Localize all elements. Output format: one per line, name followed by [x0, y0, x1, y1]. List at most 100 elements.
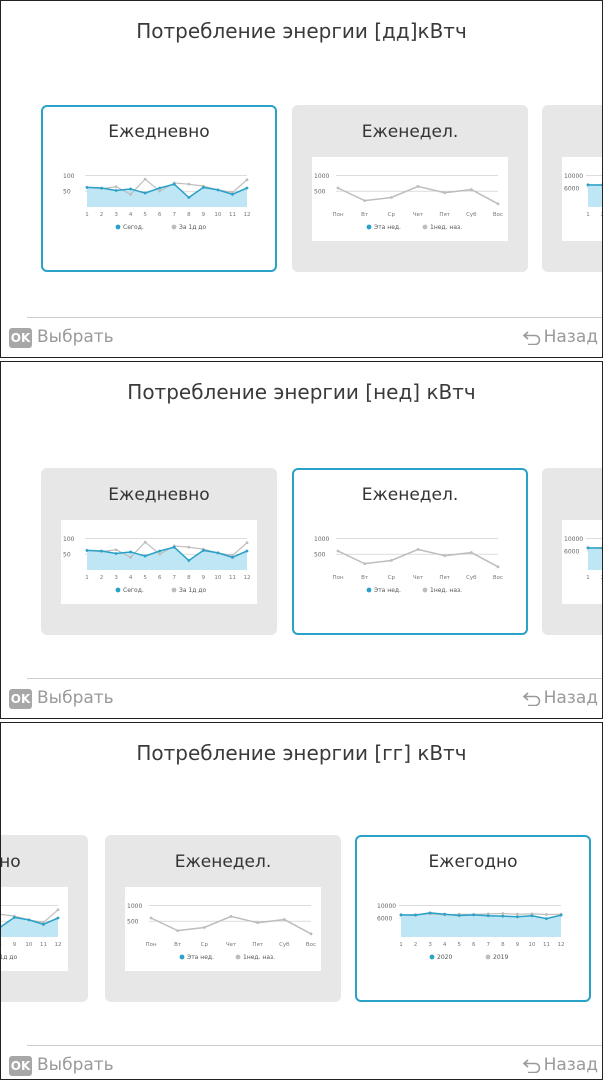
back-label: Назад: [543, 327, 598, 347]
card-label: Еженедел.: [361, 485, 459, 505]
series-previous-point: [143, 540, 147, 544]
back-arrow-icon: [522, 692, 540, 706]
legend-marker: [422, 587, 428, 593]
series-previous-point: [129, 555, 133, 559]
series-current-point: [172, 545, 176, 549]
series-previous-point: [143, 177, 147, 181]
legend-marker: [171, 224, 177, 230]
card-label: Ежедневно: [108, 122, 210, 142]
series-current-point: [229, 915, 233, 918]
legend-label: 2020: [437, 954, 452, 961]
card-weekly[interactable]: Еженедел. 1000 500 Пон Вт Ср Чет Пят Суб Вос Эта …: [105, 835, 341, 1002]
series-current-point: [216, 551, 220, 555]
x-tick-label: 10: [214, 575, 221, 581]
select-label: Выбрать: [37, 688, 114, 708]
x-tick-label: Пон: [332, 212, 344, 218]
card-daily[interactable]: Ежедневно 10050123456789101112Сегод.За 1…: [0, 835, 88, 1002]
series-previous-point: [56, 908, 60, 912]
ok-button[interactable]: OK: [9, 328, 32, 348]
x-tick-label: Пон: [332, 575, 344, 581]
x-tick-label: Ср: [201, 942, 209, 948]
card-weekly[interactable]: Еженедел. 1000 500 Пон Вт Ср Чет Пят Суб Вос Эта …: [292, 105, 528, 272]
series-current-point: [472, 913, 476, 917]
y-tick-label: 6000: [564, 549, 579, 556]
x-tick-label: Пят: [252, 942, 263, 948]
ok-button[interactable]: OK: [9, 689, 32, 709]
x-tick-label: Вт: [174, 942, 182, 948]
x-tick-label: Вт: [361, 212, 369, 218]
card-yearly[interactable]: Ежегодно 1000060001234567891011122020201…: [355, 835, 591, 1002]
x-tick-label: Пон: [145, 942, 157, 948]
y-tick-label: 500: [314, 189, 326, 196]
card-daily[interactable]: Ежедневно 10050123456789101112Сегод.За 1…: [41, 105, 277, 272]
legend-label: Эта нед.: [187, 954, 214, 961]
card-label: Ежедневно: [108, 485, 210, 505]
legend-label: 1нед. наз.: [430, 224, 462, 231]
x-tick-label: Пят: [439, 212, 450, 218]
card-label: Ежедневно: [0, 852, 21, 872]
chart-yearly: 10000600012345678910111220202019: [562, 157, 603, 241]
footer: OK Выбрать Назад: [1, 686, 602, 716]
y-tick-label: 6000: [377, 916, 392, 923]
footer: OK Выбрать Назад: [1, 325, 602, 355]
series-previous-point: [245, 541, 249, 545]
series-current-point: [12, 915, 16, 919]
panel-title: Потребление энергии [дд]кВтч: [136, 19, 467, 43]
y-tick-label: 1000: [127, 903, 142, 910]
series-current-point: [559, 913, 563, 917]
x-tick-label: Вт: [361, 575, 369, 581]
card-label: Ежегодно: [542, 485, 602, 505]
series-current-point: [586, 546, 590, 550]
card-label: Ежегодно: [428, 852, 518, 872]
x-tick-label: Чет: [226, 942, 237, 948]
x-tick-label: Суб: [279, 942, 290, 948]
series-current-point: [129, 187, 133, 191]
series-current-point: [231, 192, 234, 196]
series-previous-point: [515, 912, 519, 916]
card-weekly[interactable]: Еженедел. 1000 500 Пон Вт Ср Чет Пят Суб Вос Эта …: [292, 468, 528, 635]
series-current-point: [114, 552, 118, 555]
x-tick-label: Вос: [306, 942, 316, 948]
chart-svg: 10050123456789101112Сегод.За 1д до: [63, 173, 251, 231]
series-current-point: [469, 551, 473, 554]
series-current-point: [428, 911, 432, 915]
series-current-point: [486, 914, 490, 918]
y-tick-label: 100: [63, 536, 75, 543]
back-button[interactable]: Назад: [522, 327, 598, 347]
card-daily[interactable]: Ежедневно 10050123456789101112Сегод.За 1…: [41, 468, 277, 635]
x-tick-label: 9: [202, 575, 206, 581]
card-yearly[interactable]: Ежегодно 1000060001234567891011122020201…: [542, 468, 602, 635]
card-yearly[interactable]: Ежегодно 1000060001234567891011122020201…: [542, 105, 603, 272]
ok-button[interactable]: OK: [9, 1056, 32, 1076]
series-previous-point: [114, 548, 118, 552]
x-tick-label: 12: [244, 575, 251, 581]
series-previous-point: [245, 178, 249, 182]
y-tick-label: 1000: [314, 536, 329, 543]
divider: [27, 1045, 602, 1046]
series-current-point: [231, 555, 234, 559]
series-area: [588, 547, 602, 570]
series-current-point: [416, 548, 420, 551]
panel-title: Потребление энергии [гг] кВтч: [136, 741, 467, 765]
x-tick-label: 2: [601, 212, 603, 218]
chart-svg: 1000 500 Пон Вт Ср Чет Пят Суб Вос Эта нед. 1нед. …: [127, 903, 316, 961]
chart-daily: 10050123456789101112Сегод.За 1д до: [61, 520, 257, 604]
series-current-point: [216, 188, 220, 192]
back-button[interactable]: Назад: [522, 1055, 598, 1075]
back-arrow-icon: [522, 331, 540, 345]
series-current-point: [309, 932, 313, 936]
series-current-point: [100, 549, 103, 553]
energy-panel-daily: Потребление энергии [дд]кВтч Ежедневно 1…: [0, 0, 603, 358]
series-current-point: [389, 559, 393, 562]
chart-yearly: 10000600012345678910111220202019: [562, 520, 602, 604]
chart-daily: 10050123456789101112Сегод.За 1д до: [1, 887, 68, 971]
series-current-point: [187, 559, 191, 562]
back-button[interactable]: Назад: [522, 688, 598, 708]
legend-marker: [366, 224, 372, 230]
chart-weekly: 1000 500 Пон Вт Ср Чет Пят Суб Вос Эта нед. 1нед. …: [312, 157, 508, 241]
energy-panel-yearly: Потребление энергии [гг] кВтч Ежедневно …: [0, 722, 603, 1080]
legend-label: 1нед. наз.: [430, 587, 462, 594]
series-current-point: [515, 915, 519, 919]
y-tick-label: 10000: [564, 173, 583, 180]
chart-svg: 1000 500 Пон Вт Ср Чет Пят Суб Вос Эта нед. 1нед. …: [314, 173, 503, 231]
